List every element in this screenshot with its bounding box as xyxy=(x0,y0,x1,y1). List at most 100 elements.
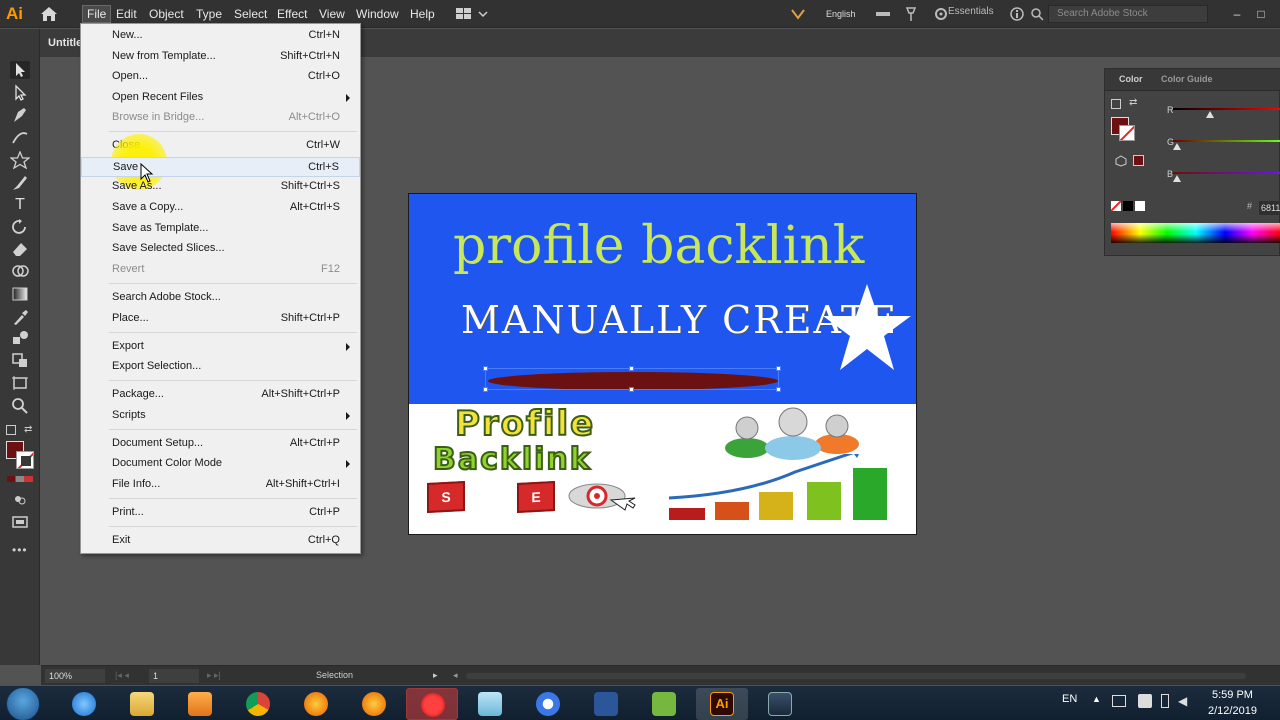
status-current-tool[interactable]: Selection xyxy=(316,670,353,680)
menu-item-open-recent[interactable]: Open Recent Files xyxy=(81,88,360,108)
menu-object[interactable]: Object xyxy=(145,6,188,22)
default-fill-stroke-icon[interactable] xyxy=(1111,99,1121,109)
info-icon[interactable] xyxy=(1010,7,1024,21)
taskbar-chrome[interactable] xyxy=(232,688,284,720)
window-minimize-button[interactable]: – xyxy=(1226,5,1248,23)
selection-handle[interactable] xyxy=(776,366,781,371)
tab-color[interactable]: Color xyxy=(1119,74,1143,84)
pen-tool-icon[interactable] xyxy=(10,106,30,124)
paintbrush-tool-icon[interactable] xyxy=(10,174,30,192)
taskbar-firefox[interactable] xyxy=(290,688,342,720)
taskbar-firefox-2[interactable] xyxy=(348,688,400,720)
selection-tool-icon[interactable] xyxy=(10,61,30,79)
wordart-backlink[interactable]: Backlink xyxy=(432,441,592,478)
menu-item-place[interactable]: Place... Shift+Ctrl+P xyxy=(81,309,360,329)
hex-color-input[interactable]: 6811 xyxy=(1259,201,1280,215)
tab-color-guide[interactable]: Color Guide xyxy=(1161,74,1213,84)
artboard-nav-prev-icons[interactable]: |◂ ◂ xyxy=(115,670,129,681)
horizontal-scrollbar[interactable] xyxy=(466,673,1246,679)
taskbar-media-player[interactable] xyxy=(174,688,226,720)
artboard-tool-icon[interactable] xyxy=(10,374,30,392)
taskbar-kmplayer[interactable] xyxy=(754,688,806,720)
blend-tool-icon[interactable] xyxy=(10,329,30,347)
menu-view[interactable]: View xyxy=(315,6,349,22)
taskbar-word[interactable] xyxy=(580,688,632,720)
menu-help[interactable]: Help xyxy=(406,6,439,22)
tray-show-hidden-icon[interactable]: ▲ xyxy=(1092,694,1101,704)
taskbar-illustrator[interactable]: Ai xyxy=(696,688,748,720)
menu-window[interactable]: Window xyxy=(352,6,403,22)
out-of-gamut-icon[interactable] xyxy=(1115,155,1127,167)
search-icon[interactable] xyxy=(1030,7,1044,21)
window-maximize-button[interactable]: □ xyxy=(1250,5,1272,23)
workspace-switcher[interactable]: Essentials xyxy=(948,6,994,17)
selection-handle[interactable] xyxy=(629,387,634,392)
status-arrow-icon[interactable]: ▸ xyxy=(433,670,438,681)
screen-mode-icon[interactable] xyxy=(10,512,30,530)
blue-slider[interactable] xyxy=(1173,172,1280,174)
tray-volume-icon[interactable]: ◀ xyxy=(1178,694,1190,708)
menu-item-exit[interactable]: Exit Ctrl+Q xyxy=(81,531,360,551)
curvature-tool-icon[interactable] xyxy=(10,128,30,146)
star-shape[interactable] xyxy=(821,282,913,374)
selection-handle[interactable] xyxy=(629,366,634,371)
minimize-panel-icon[interactable] xyxy=(876,12,890,16)
artboard-nav-next-icons[interactable]: ▸ ▸| xyxy=(207,670,221,681)
taskbar-utorrent[interactable] xyxy=(638,688,690,720)
selection-handle[interactable] xyxy=(483,366,488,371)
menu-item-save[interactable]: Save Ctrl+S xyxy=(81,157,360,177)
menu-item-new[interactable]: New... Ctrl+N xyxy=(81,26,360,46)
menu-effect[interactable]: Effect xyxy=(273,6,311,22)
selection-bounding-box[interactable] xyxy=(483,366,781,392)
menu-item-document-setup[interactable]: Document Setup... Alt+Ctrl+P xyxy=(81,434,360,454)
more-tools-icon[interactable]: ••• xyxy=(12,543,28,557)
selection-handle[interactable] xyxy=(483,387,488,392)
artboard[interactable]: profile backlink MANUALLY CREATE Profile… xyxy=(408,193,917,535)
swap-fill-stroke-icon[interactable]: ⇄ xyxy=(1129,97,1137,108)
menu-file[interactable]: File xyxy=(82,5,112,23)
taskbar-opera[interactable] xyxy=(406,688,458,720)
default-colors-icon[interactable] xyxy=(6,425,16,435)
menu-item-open[interactable]: Open... Ctrl+O xyxy=(81,67,360,87)
menu-item-file-info[interactable]: File Info... Alt+Shift+Ctrl+I xyxy=(81,475,360,495)
swap-colors-icon[interactable]: ⇄ xyxy=(24,425,34,435)
menu-item-save-selected-slices[interactable]: Save Selected Slices... xyxy=(81,239,360,259)
gradient-tool-icon[interactable] xyxy=(10,285,30,303)
tray-network-icon[interactable] xyxy=(1112,695,1126,707)
menu-item-scripts[interactable]: Scripts xyxy=(81,406,360,426)
scroll-left-icon[interactable]: ◂ xyxy=(453,670,458,681)
color-spectrum[interactable] xyxy=(1111,223,1280,243)
rotate-tool-icon[interactable] xyxy=(10,218,30,236)
stroke-color-swatch[interactable] xyxy=(16,451,34,469)
zoom-level-select[interactable]: 100% xyxy=(45,669,105,683)
taskbar-chromium[interactable] xyxy=(522,688,574,720)
start-button[interactable] xyxy=(6,687,40,720)
selection-handle[interactable] xyxy=(776,387,781,392)
symbol-sprayer-tool-icon[interactable] xyxy=(10,351,30,369)
wordart-profile[interactable]: Profile xyxy=(454,403,595,445)
taskbar-file-explorer[interactable] xyxy=(116,688,168,720)
black-swatch[interactable] xyxy=(1123,201,1133,211)
menu-item-new-from-template[interactable]: New from Template... Shift+Ctrl+N xyxy=(81,47,360,67)
star-tool-icon[interactable] xyxy=(9,150,31,170)
menu-item-export-selection[interactable]: Export Selection... xyxy=(81,357,360,377)
menu-item-export[interactable]: Export xyxy=(81,337,360,357)
red-slider-thumb[interactable] xyxy=(1206,111,1214,118)
taskbar-notepad[interactable] xyxy=(464,688,516,720)
tray-action-center-icon[interactable] xyxy=(1138,694,1152,708)
menu-select[interactable]: Select xyxy=(230,6,271,22)
sync-icon[interactable] xyxy=(790,7,806,21)
white-swatch[interactable] xyxy=(1135,201,1145,211)
artboard-number-select[interactable]: 1 xyxy=(149,669,199,683)
menu-edit[interactable]: Edit xyxy=(112,6,141,22)
adobe-stock-search-input[interactable]: Search Adobe Stock xyxy=(1048,5,1208,23)
red-slider[interactable] xyxy=(1173,108,1280,110)
web-safe-color-swatch[interactable] xyxy=(1133,155,1144,166)
panel-stroke-swatch[interactable] xyxy=(1119,125,1135,141)
blue-slider-thumb[interactable] xyxy=(1173,175,1181,182)
artwork-title-text[interactable]: profile backlink xyxy=(453,216,864,276)
menu-item-save-as-template[interactable]: Save as Template... xyxy=(81,219,360,239)
document-tab[interactable]: Untitle xyxy=(48,37,82,49)
none-swatch[interactable] xyxy=(1111,201,1121,211)
draw-mode-icon[interactable] xyxy=(10,490,30,508)
